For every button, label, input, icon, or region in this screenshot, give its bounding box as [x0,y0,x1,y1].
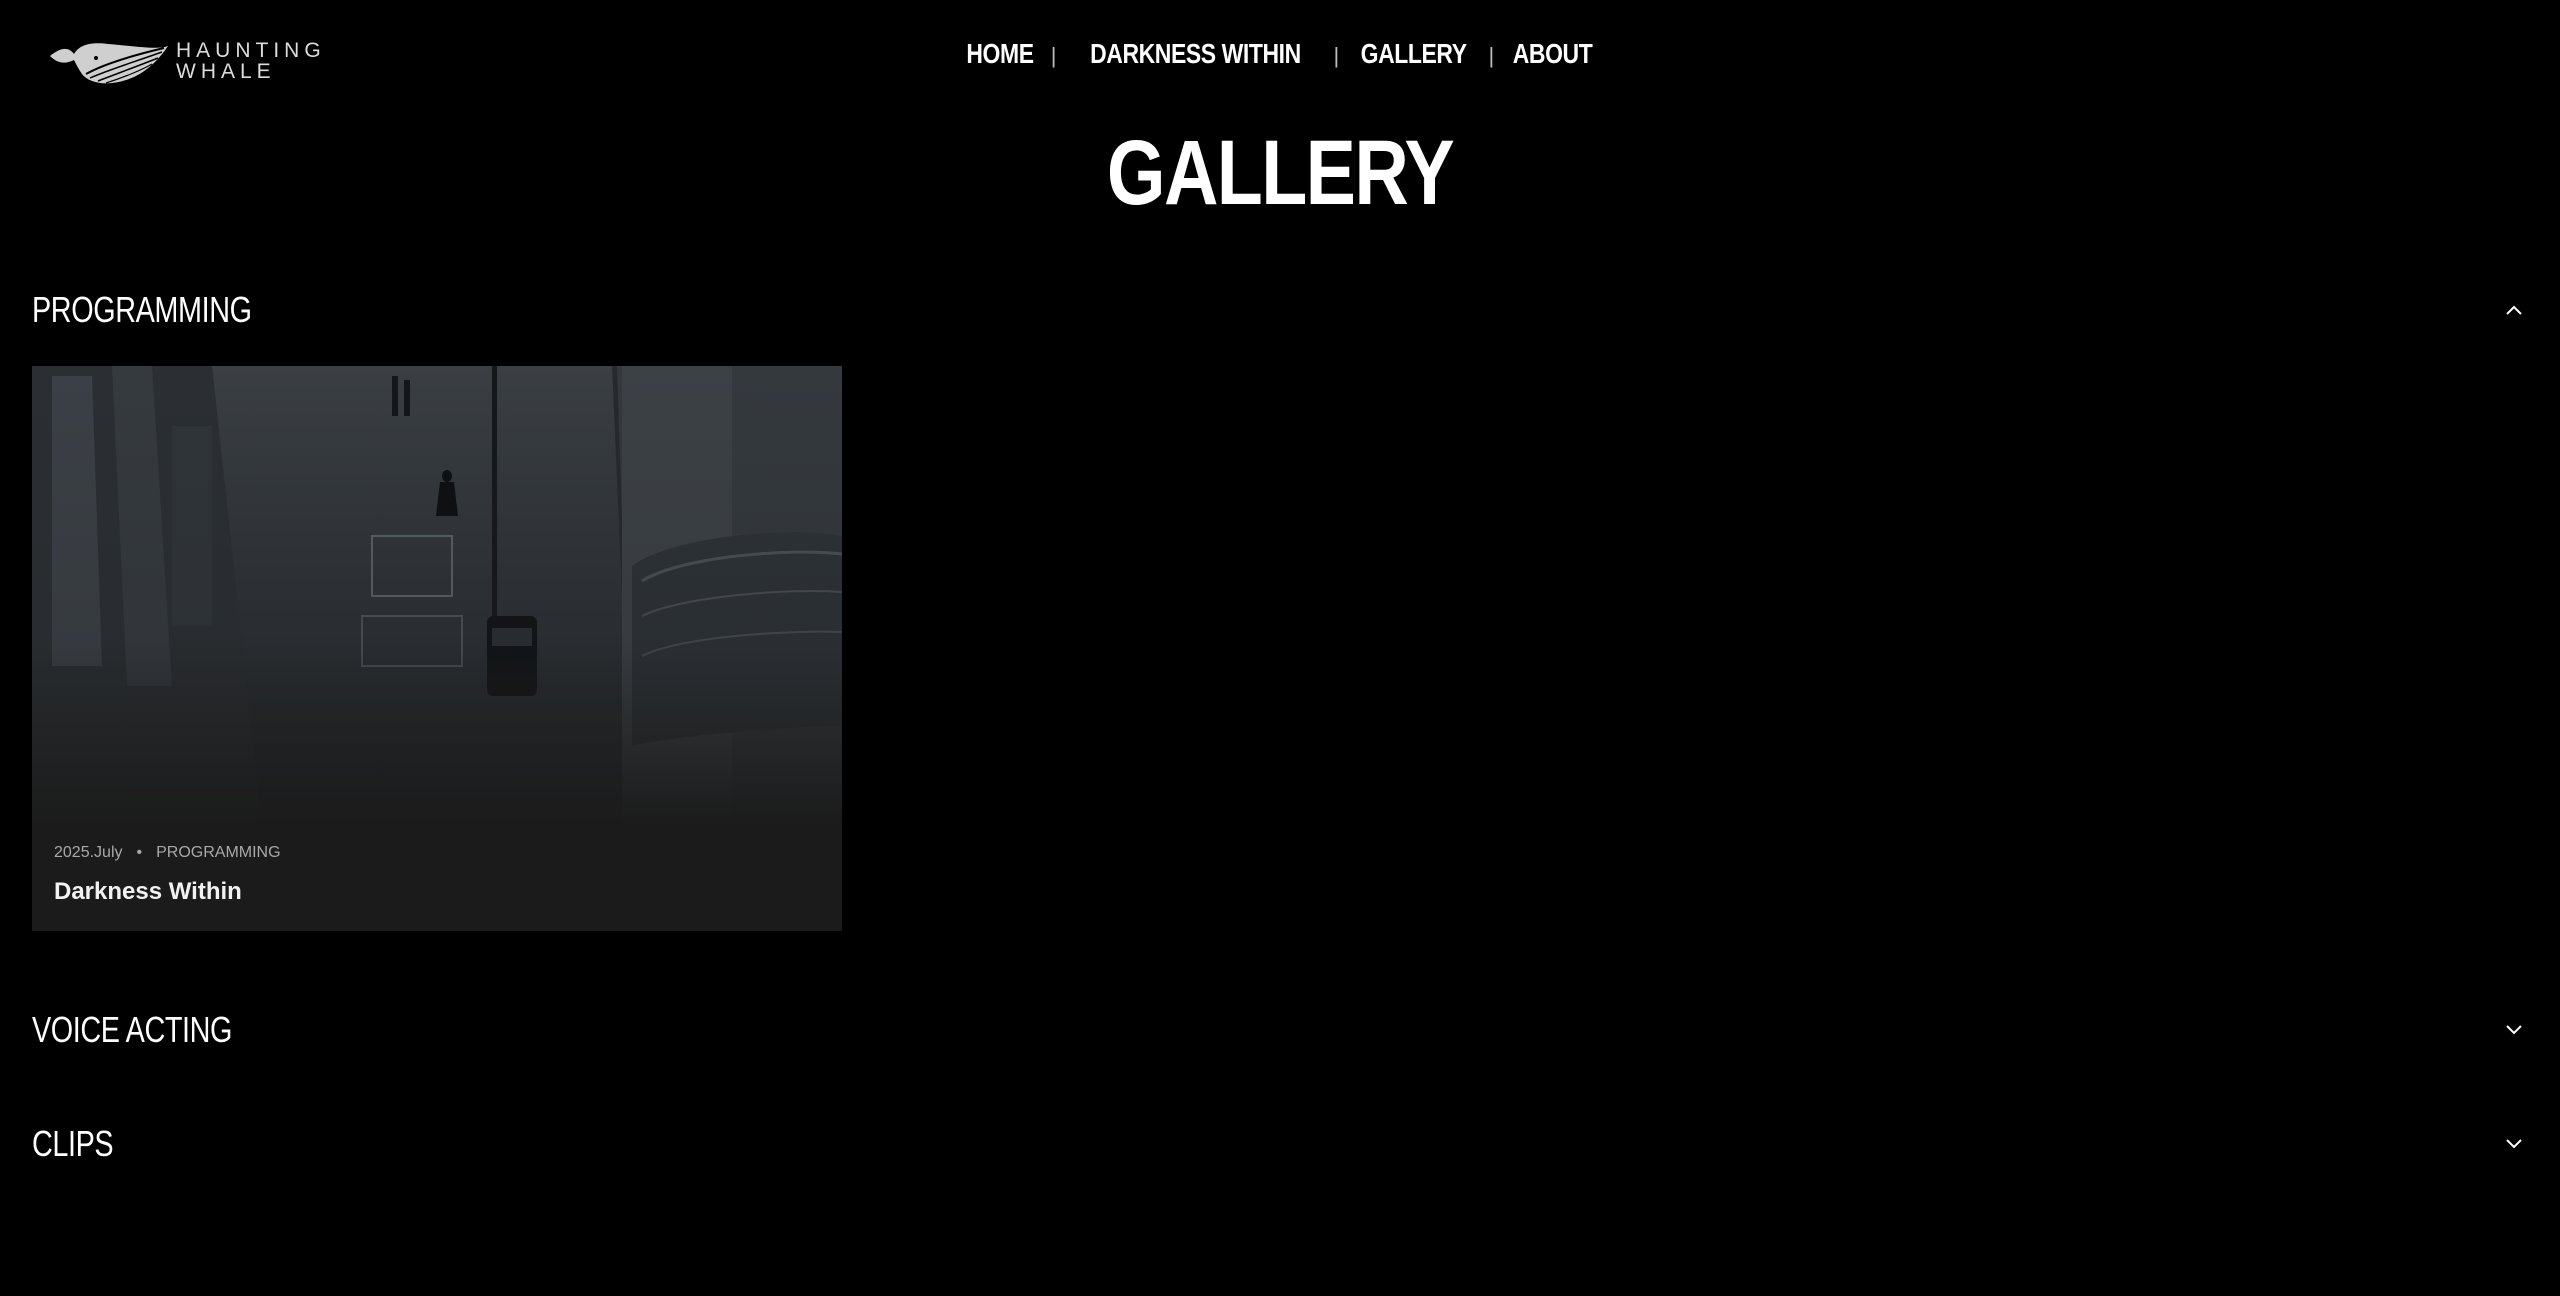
card-title: Darkness Within [54,878,242,905]
card-thumbnail-image [32,366,842,826]
meta-bullet: • [136,844,143,861]
card-date: 2025.July [54,844,123,861]
chevron-down-icon[interactable] [2500,1016,2528,1044]
nav-home[interactable]: HOME [966,38,1034,70]
page-title: GALLERY [1106,122,1455,224]
section-title-clips: CLIPS [32,1123,114,1164]
section-title-programming: PROGRAMMING [32,289,252,330]
nav-darkness-within[interactable]: DARKNESS WITHIN [1090,38,1301,70]
section-header-voice-acting[interactable]: VOICE ACTING [32,1002,2528,1058]
section-title-voice-acting: VOICE ACTING [32,1009,233,1050]
nav-about[interactable]: ABOUT [1513,38,1593,70]
card-category: PROGRAMMING [156,844,281,861]
nav-separator: | [1333,43,1340,68]
nav-separator: | [1050,43,1057,68]
gallery-card[interactable]: 2025.July • PROGRAMMING Darkness Within [32,366,842,931]
chevron-down-icon[interactable] [2500,1130,2528,1158]
chevron-up-icon[interactable] [2500,296,2528,324]
nav-gallery[interactable]: GALLERY [1361,38,1467,70]
section-header-programming[interactable]: PROGRAMMING [32,282,2528,338]
card-meta: 2025.July • PROGRAMMING [54,844,281,862]
main-nav: HOME | DARKNESS WITHIN | GALLERY | ABOUT [0,38,2560,70]
section-header-clips[interactable]: CLIPS [32,1116,2528,1172]
nav-separator: | [1488,43,1495,68]
